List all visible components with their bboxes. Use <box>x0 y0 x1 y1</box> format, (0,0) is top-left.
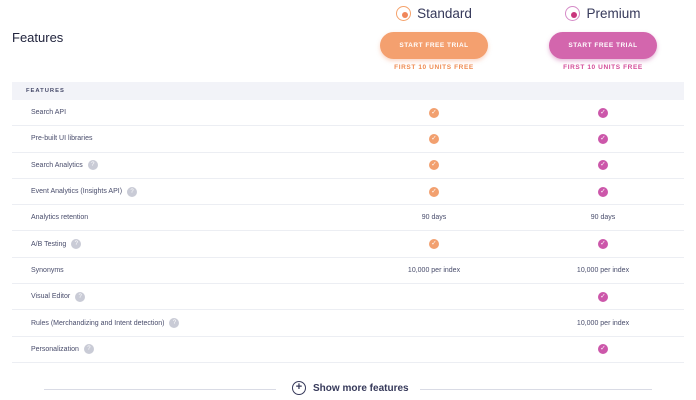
info-icon[interactable]: ? <box>83 344 94 355</box>
info-icon[interactable]: ? <box>169 318 180 329</box>
feature-label-text: Analytics retention <box>31 214 89 222</box>
standard-feature-cell: 10,000 per index <box>379 267 489 274</box>
feature-label-text: Pre-built UI libraries <box>31 135 93 143</box>
feature-label: A/B Testing? <box>31 239 82 250</box>
premium-feature-cell: ✓ <box>548 344 658 355</box>
show-more-label: Show more features <box>313 382 409 394</box>
features-heading: Features <box>12 30 64 45</box>
check-icon: ✓ <box>598 291 608 302</box>
standard-feature-value: 10,000 per index <box>407 266 461 274</box>
premium-feature-value: 10,000 per index <box>576 266 630 274</box>
feature-label-text: Visual Editor <box>31 293 71 301</box>
standard-start-trial-button[interactable]: START FREE TRIAL <box>380 32 488 59</box>
premium-feature-cell: ✓ <box>548 239 658 250</box>
premium-feature-cell: 90 days <box>548 214 658 221</box>
features-table: Search API ✓ ✓ Pre-built UI libraries ✓ ✓ Sear… <box>12 100 684 363</box>
check-icon: ✓ <box>429 186 439 197</box>
standard-plan-name: Standard <box>417 6 472 21</box>
feature-label-text: Personalization <box>31 345 79 353</box>
divider-line <box>420 389 652 390</box>
standard-feature-cell: ✓ <box>379 239 489 250</box>
show-more-section: + Show more features <box>0 380 696 398</box>
standard-feature-cell: 90 days <box>379 214 489 221</box>
standard-feature-cell: ✓ <box>379 160 489 171</box>
info-icon[interactable]: ? <box>75 291 86 302</box>
show-more-features-button[interactable]: + Show more features <box>292 381 409 395</box>
premium-feature-value: 10,000 per index <box>576 319 630 327</box>
feature-label: Analytics retention <box>31 214 88 221</box>
check-icon: ✓ <box>598 186 608 197</box>
premium-feature-cell: ✓ <box>548 160 658 171</box>
premium-free-units-note: FIRST 10 UNITS FREE <box>563 64 643 71</box>
feature-row: Search Analytics? ✓ ✓ <box>12 153 684 179</box>
check-icon: ✓ <box>598 107 608 118</box>
premium-feature-cell: ✓ <box>548 107 658 118</box>
feature-label: Search Analytics? <box>31 160 98 171</box>
premium-feature-value: 90 days <box>590 214 616 222</box>
info-icon[interactable]: ? <box>71 239 82 250</box>
feature-label-text: Search API <box>31 109 67 117</box>
standard-free-units-note: FIRST 10 UNITS FREE <box>394 64 474 71</box>
check-icon: ✓ <box>598 133 608 144</box>
standard-plan-column: Standard START FREE TRIAL FIRST 10 UNITS… <box>369 5 499 71</box>
standard-feature-cell: ✓ <box>379 186 489 197</box>
feature-label-text: Search Analytics <box>31 161 83 169</box>
info-icon[interactable]: ? <box>127 186 138 197</box>
premium-plan-name: Premium <box>586 6 641 21</box>
feature-label: Pre-built UI libraries <box>31 135 92 142</box>
feature-row: Rules (Merchandizing and Intent detectio… <box>12 310 684 337</box>
check-icon: ✓ <box>429 239 439 250</box>
features-section-label: FEATURES <box>26 88 65 94</box>
plus-circle-icon: + <box>292 381 306 395</box>
premium-feature-cell: ✓ <box>548 186 658 197</box>
check-icon: ✓ <box>598 160 608 171</box>
feature-row: A/B Testing? ✓ ✓ <box>12 231 684 258</box>
check-icon: ✓ <box>429 160 439 171</box>
feature-label: Visual Editor? <box>31 291 86 302</box>
feature-label-text: Event Analytics (Insights API) <box>31 188 123 196</box>
feature-row: Pre-built UI libraries ✓ ✓ <box>12 126 684 153</box>
standard-plan-header: Standard <box>369 5 499 22</box>
feature-row: Search API ✓ ✓ <box>12 100 684 127</box>
feature-row: Visual Editor? ✓ <box>12 284 684 311</box>
premium-plan-header: Premium <box>538 5 668 22</box>
feature-label: Rules (Merchandizing and Intent detectio… <box>31 318 180 329</box>
feature-label-text: Rules (Merchandizing and Intent detectio… <box>31 319 165 327</box>
premium-start-trial-button[interactable]: START FREE TRIAL <box>549 32 657 59</box>
info-icon[interactable]: ? <box>87 160 98 171</box>
standard-feature-cell: ✓ <box>379 107 489 118</box>
standard-plan-icon <box>396 6 412 21</box>
check-icon: ✓ <box>429 133 439 144</box>
check-icon: ✓ <box>598 344 608 355</box>
premium-feature-cell: ✓ <box>548 291 658 302</box>
premium-plan-icon <box>565 6 581 21</box>
premium-feature-cell: ✓ <box>548 133 658 144</box>
feature-label-text: Synonyms <box>31 266 64 274</box>
check-icon: ✓ <box>429 107 439 118</box>
feature-label: Personalization? <box>31 344 94 355</box>
feature-row: Personalization? ✓ <box>12 337 684 363</box>
standard-feature-value: 90 days <box>421 214 447 222</box>
feature-row: Event Analytics (Insights API)? ✓ ✓ <box>12 179 684 206</box>
features-section-header: FEATURES <box>12 82 684 100</box>
premium-plan-column: Premium START FREE TRIAL FIRST 10 UNITS … <box>538 5 668 71</box>
feature-label: Synonyms <box>31 267 64 274</box>
feature-row: Synonyms 10,000 per index 10,000 per index <box>12 258 684 285</box>
feature-row: Analytics retention 90 days 90 days <box>12 205 684 232</box>
divider-line <box>44 389 276 390</box>
feature-label: Event Analytics (Insights API)? <box>31 186 138 197</box>
premium-feature-cell: 10,000 per index <box>548 267 658 274</box>
standard-feature-cell: ✓ <box>379 133 489 144</box>
feature-label-text: A/B Testing <box>31 240 67 248</box>
feature-label: Search API <box>31 109 66 116</box>
check-icon: ✓ <box>598 239 608 250</box>
premium-feature-cell: 10,000 per index <box>548 320 658 327</box>
